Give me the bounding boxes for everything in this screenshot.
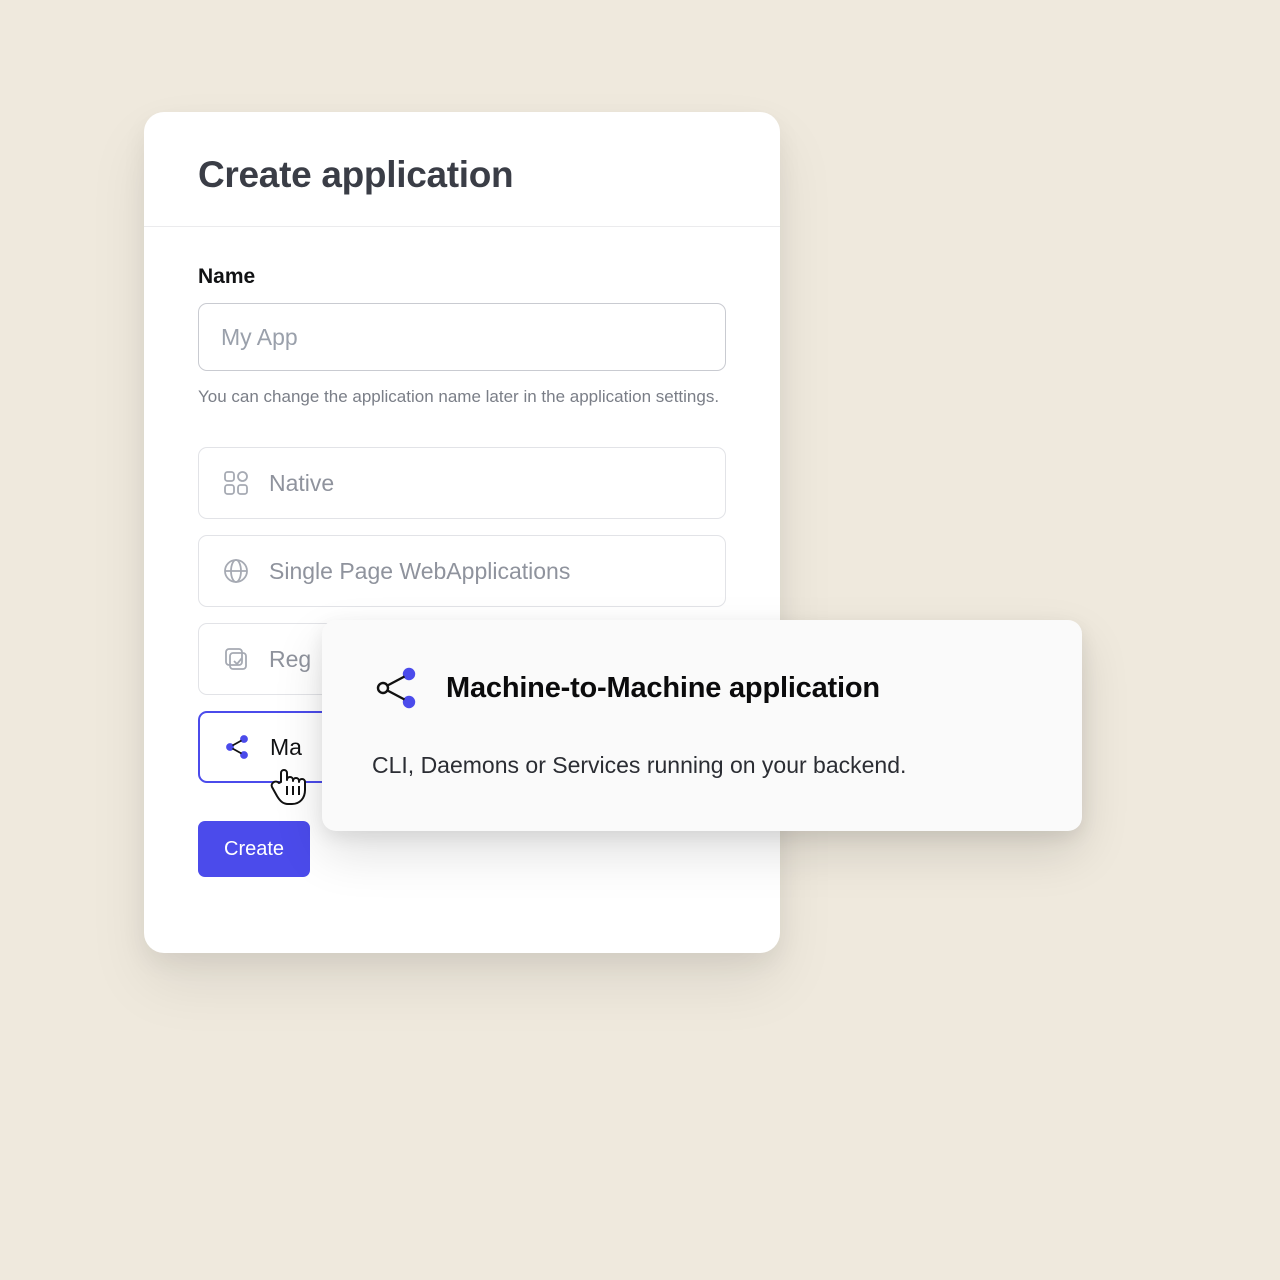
option-spa[interactable]: Single Page WebApplications: [198, 535, 726, 607]
option-label: Ma: [270, 734, 302, 761]
card-header: Create application: [144, 112, 780, 227]
name-label: Name: [198, 265, 726, 289]
globe-icon: [221, 556, 251, 586]
option-label: Reg: [269, 646, 311, 673]
share-icon: [372, 664, 420, 712]
option-label: Single Page WebApplications: [269, 558, 570, 585]
create-button[interactable]: Create: [198, 821, 310, 877]
tooltip-desc: CLI, Daemons or Services running on your…: [372, 752, 1032, 779]
apps-icon: [221, 468, 251, 498]
option-native[interactable]: Native: [198, 447, 726, 519]
share-icon: [222, 732, 252, 762]
tooltip-title: Machine-to-Machine application: [446, 672, 880, 705]
name-helper: You can change the application name late…: [198, 387, 726, 407]
stack-icon: [221, 644, 251, 674]
page-title: Create application: [198, 154, 726, 196]
option-label: Native: [269, 470, 334, 497]
m2m-tooltip: Machine-to-Machine application CLI, Daem…: [322, 620, 1082, 831]
name-input[interactable]: [198, 303, 726, 371]
tooltip-head: Machine-to-Machine application: [372, 664, 1032, 712]
